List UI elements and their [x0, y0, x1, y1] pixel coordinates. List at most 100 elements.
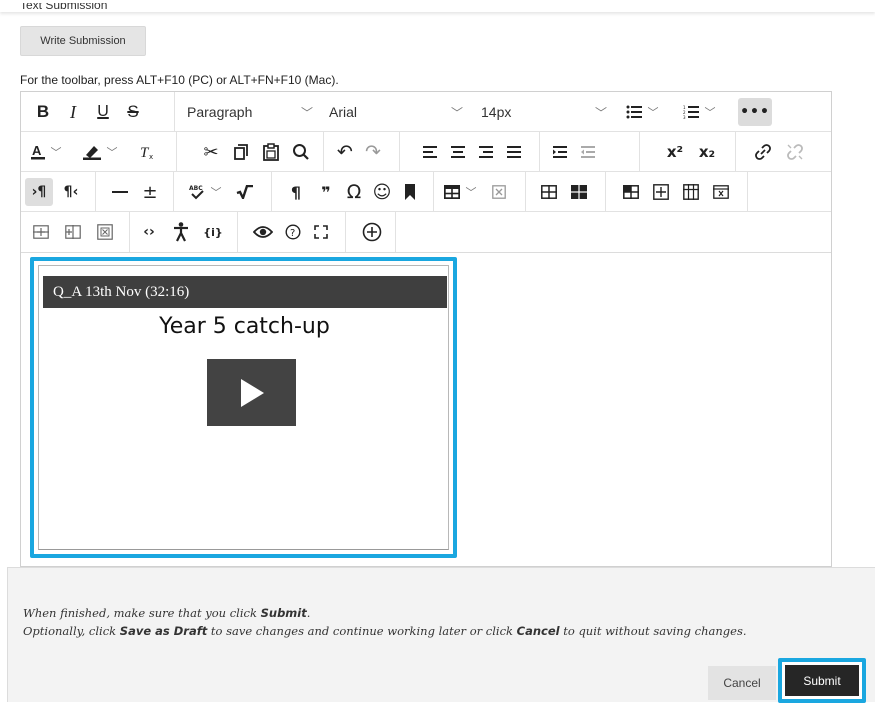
toolbar-separator — [639, 132, 640, 172]
add-content-button[interactable] — [357, 218, 387, 246]
subscript-button[interactable]: x₂ — [693, 138, 721, 166]
blockquote-button[interactable]: ❞ — [313, 178, 339, 206]
table-insert-column-button[interactable] — [59, 218, 87, 246]
cancel-button[interactable]: Cancel — [708, 666, 776, 700]
cut-button[interactable]: ✂ — [197, 138, 225, 166]
write-submission-button[interactable]: Write Submission — [20, 26, 146, 56]
code-icon: ‹› — [143, 224, 155, 240]
align-center-button[interactable] — [445, 138, 471, 166]
table-delete-column-button[interactable] — [707, 178, 735, 206]
indent-icon — [553, 146, 567, 158]
copy-button[interactable] — [227, 138, 255, 166]
insert-table-button[interactable]: ﹀ — [439, 178, 481, 206]
paste-icon — [263, 143, 279, 161]
toolbar-separator — [747, 172, 748, 212]
svg-text:ABC: ABC — [189, 185, 203, 192]
rtl-direction-button[interactable]: ¶‹ — [57, 178, 85, 206]
play-button[interactable] — [207, 359, 296, 426]
source-code-button[interactable]: ‹› — [135, 218, 163, 246]
bold-button[interactable]: B — [29, 98, 57, 126]
align-justify-button[interactable] — [501, 138, 527, 166]
toolbar-separator — [345, 212, 346, 252]
ltr-direction-button[interactable]: ›¶ — [25, 178, 53, 206]
show-blocks-button[interactable]: ¶ — [283, 178, 309, 206]
font-size-select[interactable]: 14px ﹀ — [475, 98, 613, 126]
instruction-text: When finished, make sure that you click — [23, 606, 261, 620]
highlight-pen-icon — [82, 146, 101, 160]
table-row-icon — [541, 185, 557, 199]
indent-button[interactable] — [547, 138, 573, 166]
toolbar-separator — [95, 172, 96, 212]
toolbar-separator — [129, 212, 130, 252]
table-split-button[interactable] — [677, 178, 705, 206]
bookmark-button[interactable] — [397, 178, 423, 206]
toolbar-row-1: B I U S Paragraph ﹀ Arial ﹀ 14px ﹀ ﹀ 123… — [21, 92, 831, 132]
table-split-icon — [683, 184, 699, 200]
chevron-down-icon: ﹀ — [50, 146, 62, 159]
insert-variable-button[interactable]: {i} — [199, 218, 227, 246]
underline-button[interactable]: U — [89, 98, 117, 126]
eye-icon — [253, 226, 273, 238]
toolbar-row-2: A ﹀ ﹀ Tx ✂ ↶ ↷ x² x₂ — [21, 132, 831, 172]
bullet-list-button[interactable]: ﹀ — [621, 98, 663, 126]
fullscreen-button[interactable] — [307, 218, 335, 246]
text-color-button[interactable]: A ﹀ — [27, 138, 65, 166]
clear-formatting-button[interactable]: Tx — [133, 138, 161, 166]
insert-link-button[interactable] — [749, 138, 777, 166]
table-delete-cell-icon — [97, 224, 113, 240]
spellcheck-button[interactable]: ABC ﹀ — [183, 178, 227, 206]
horizontal-line-button[interactable] — [107, 178, 133, 206]
find-replace-button[interactable] — [287, 138, 315, 166]
table-row-before-button[interactable] — [535, 178, 563, 206]
unlink-icon — [787, 144, 803, 160]
outdent-button[interactable] — [575, 138, 601, 166]
table-merge-button[interactable] — [647, 178, 675, 206]
svg-text:?: ? — [290, 228, 295, 239]
more-options-button[interactable]: ••• — [738, 98, 772, 126]
plus-circle-icon — [362, 222, 382, 242]
table-delete-icon — [492, 185, 506, 199]
font-family-select[interactable]: Arial ﹀ — [323, 98, 469, 126]
table-column-before-button[interactable] — [617, 178, 645, 206]
video-highlight-frame: Q_A 13th Nov (32:16) Year 5 catch-up — [30, 257, 457, 558]
video-bar-text: Q_A 13th Nov (32:16) — [53, 283, 190, 300]
delete-table-button[interactable] — [485, 178, 513, 206]
instruction-text: Optionally, click — [23, 624, 120, 638]
numbered-list-button[interactable]: 123 ﹀ — [677, 98, 721, 126]
strikethrough-button[interactable]: S — [119, 98, 147, 126]
unlink-button[interactable] — [781, 138, 809, 166]
braces-icon: {i} — [203, 225, 223, 239]
redo-button[interactable]: ↷ — [359, 138, 387, 166]
editor-content-area[interactable]: Q_A 13th Nov (32:16) Year 5 catch-up — [21, 253, 831, 566]
help-button[interactable]: ? — [279, 218, 307, 246]
search-icon — [293, 144, 309, 160]
submit-button[interactable]: Submit — [785, 665, 859, 696]
math-equation-button[interactable] — [231, 178, 259, 206]
special-character-button[interactable]: Ω — [341, 178, 367, 206]
table-row-icon — [571, 185, 587, 199]
table-insert-row-button[interactable] — [27, 218, 55, 246]
superscript-button[interactable]: x² — [661, 138, 689, 166]
instruction-text: to quit without saving changes. — [559, 624, 747, 638]
highlight-color-button[interactable]: ﹀ — [79, 138, 121, 166]
italic-button[interactable]: I — [59, 98, 87, 126]
instruction-line-2: Optionally, click Save as Draft to save … — [23, 622, 863, 640]
align-right-button[interactable] — [473, 138, 499, 166]
embedded-video[interactable]: Q_A 13th Nov (32:16) Year 5 catch-up — [38, 265, 449, 550]
paragraph-format-select[interactable]: Paragraph ﹀ — [181, 98, 319, 126]
plus-minus-button[interactable]: ± — [137, 178, 163, 206]
emoji-button[interactable]: ☺ — [369, 178, 395, 206]
undo-button[interactable]: ↶ — [331, 138, 359, 166]
chevron-down-icon: ﹀ — [594, 105, 607, 120]
paste-button[interactable] — [257, 138, 285, 166]
align-left-button[interactable] — [417, 138, 443, 166]
preview-button[interactable] — [249, 218, 277, 246]
toolbar-separator — [395, 212, 396, 252]
table-row-after-button[interactable] — [565, 178, 593, 206]
toolbar-separator — [735, 132, 736, 172]
text-color-icon: A — [30, 144, 45, 160]
table-delete-cell-button[interactable] — [91, 218, 119, 246]
accessibility-checker-button[interactable] — [167, 218, 195, 246]
ltr-icon: ›¶ — [31, 184, 47, 200]
section-label: Text Submission — [20, 3, 107, 17]
